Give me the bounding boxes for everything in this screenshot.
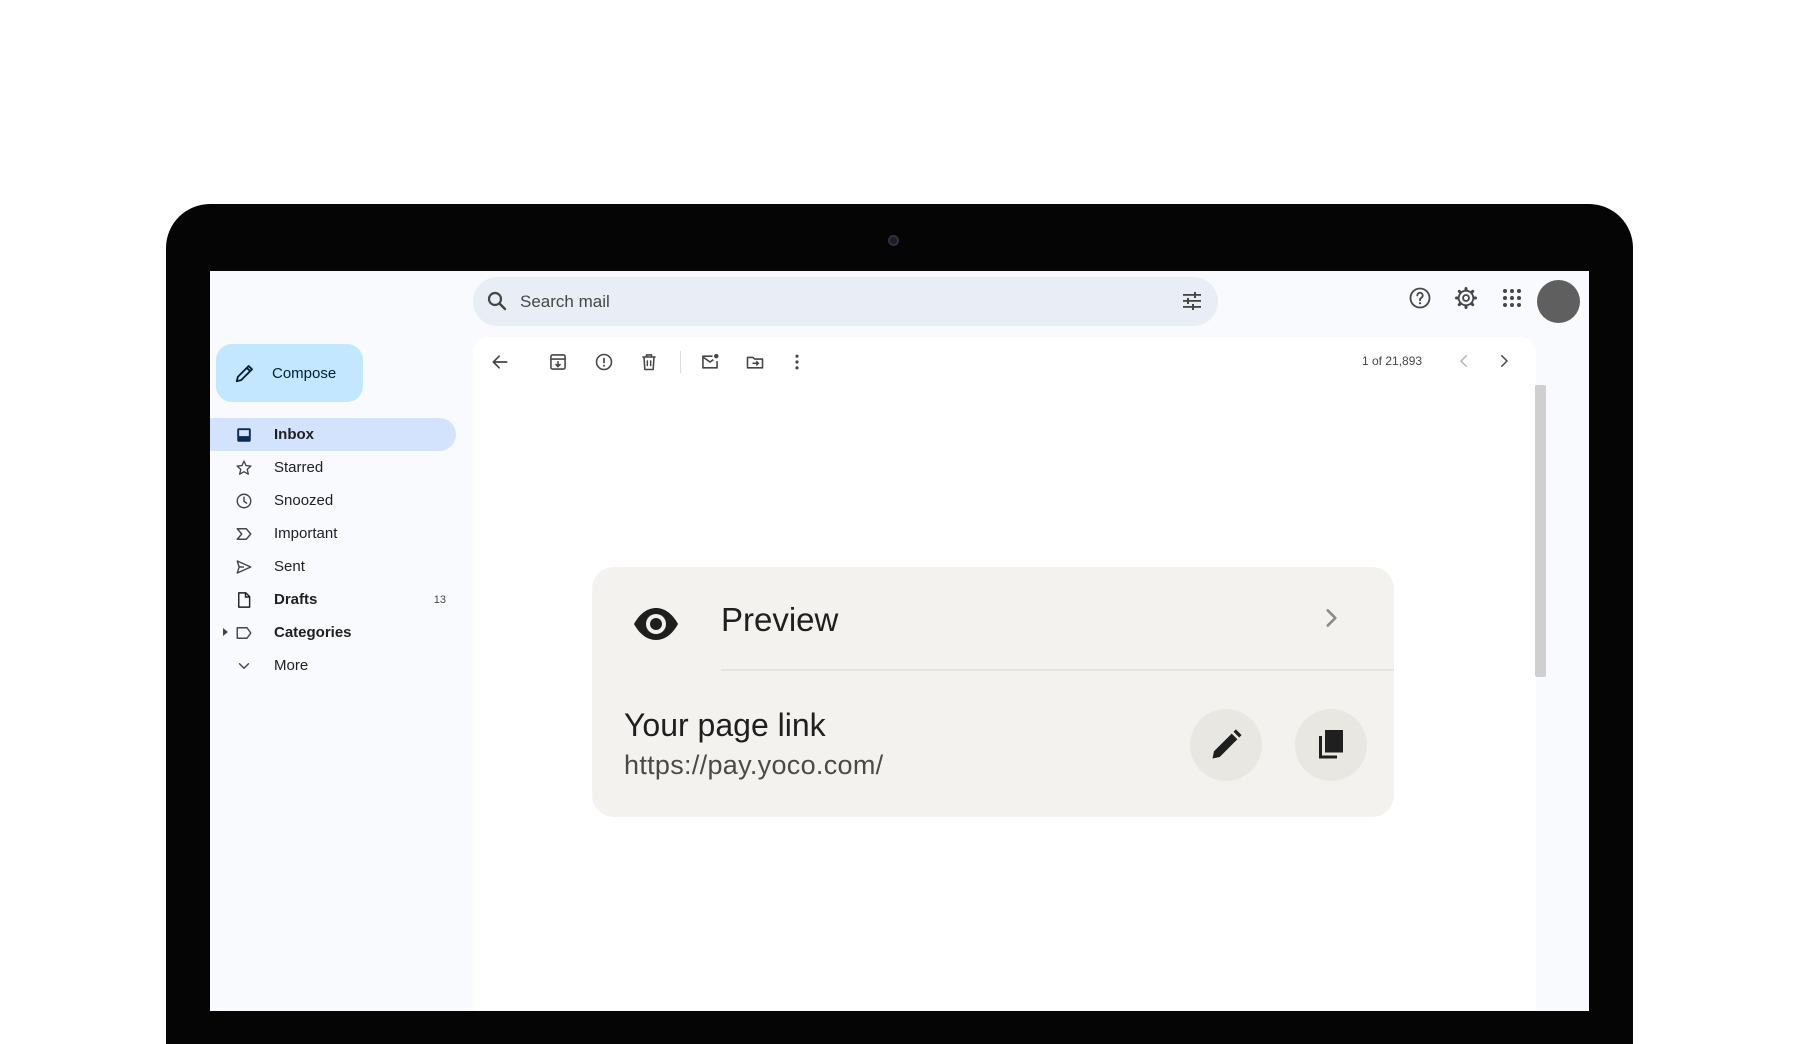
compose-button[interactable]: Compose xyxy=(216,344,363,402)
message-view: 1 of 21,893 Preview Your page link https… xyxy=(473,337,1546,1011)
search-input[interactable] xyxy=(518,286,1142,318)
search-bar[interactable] xyxy=(473,277,1218,326)
pencil-icon xyxy=(1208,727,1244,763)
edit-link-button[interactable] xyxy=(1190,709,1262,781)
draft-icon xyxy=(235,591,253,609)
label-icon xyxy=(235,624,253,642)
sidebar-item-label: Sent xyxy=(274,558,305,575)
sidebar-item-label: Inbox xyxy=(274,426,314,443)
pagination-count: 1 of 21,893 xyxy=(1362,354,1423,368)
sidebar-item-sent[interactable]: Sent xyxy=(210,550,456,583)
chevron-left-icon[interactable] xyxy=(1455,352,1473,370)
sidebar-item-snoozed[interactable]: Snoozed xyxy=(210,484,456,517)
sidebar-item-inbox[interactable]: Inbox xyxy=(210,418,456,451)
gmail-window: Compose Inbox Starred Snoozed Important xyxy=(210,271,1589,1011)
sidebar-nav: Inbox Starred Snoozed Important Sent Dra… xyxy=(210,418,456,682)
inbox-icon xyxy=(235,426,253,444)
link-title: Your page link xyxy=(624,707,826,743)
scrollbar[interactable] xyxy=(1535,385,1546,677)
sidebar-item-label: Important xyxy=(274,525,338,542)
sidebar-item-label: Starred xyxy=(274,459,324,476)
sidebar-item-label: Snoozed xyxy=(274,492,334,509)
mark-unread-icon[interactable] xyxy=(700,352,720,372)
card-divider xyxy=(721,669,1394,671)
toolbar-divider xyxy=(680,351,681,373)
preview-label: Preview xyxy=(721,601,839,638)
sidebar-item-starred[interactable]: Starred xyxy=(210,451,456,484)
sidebar-item-more[interactable]: More xyxy=(210,649,456,682)
copy-icon xyxy=(1313,727,1349,763)
sidebar-item-important[interactable]: Important xyxy=(210,517,456,550)
sidebar-item-categories[interactable]: Categories xyxy=(210,616,456,649)
back-arrow-icon[interactable] xyxy=(490,352,510,372)
report-spam-icon[interactable] xyxy=(594,352,614,372)
move-to-icon[interactable] xyxy=(745,352,765,372)
payment-link-card: Preview Your page link https://pay.yoco.… xyxy=(592,567,1394,817)
more-vert-icon[interactable] xyxy=(787,352,807,372)
sidebar-item-label: Categories xyxy=(274,624,352,641)
chevron-right-icon[interactable] xyxy=(1495,352,1513,370)
delete-icon[interactable] xyxy=(639,352,659,372)
star-icon xyxy=(235,459,253,477)
draft-count: 13 xyxy=(433,593,446,606)
pencil-icon xyxy=(234,362,256,384)
copy-link-button[interactable] xyxy=(1295,709,1367,781)
settings-icon[interactable] xyxy=(1454,286,1478,310)
search-options-icon[interactable] xyxy=(1180,289,1204,313)
expand-caret-icon[interactable] xyxy=(223,628,228,636)
help-icon[interactable] xyxy=(1408,286,1432,310)
archive-icon[interactable] xyxy=(548,352,568,372)
chevron-right-icon xyxy=(1318,605,1344,631)
important-icon xyxy=(235,525,253,543)
sidebar-item-drafts[interactable]: Drafts 13 xyxy=(210,583,456,616)
webcam xyxy=(888,235,899,246)
eye-icon xyxy=(632,600,680,648)
chevron-down-icon xyxy=(235,657,253,675)
link-url[interactable]: https://pay.yoco.com/ xyxy=(624,750,883,781)
clock-icon xyxy=(235,492,253,510)
sidebar-item-label: More xyxy=(274,657,309,674)
send-icon xyxy=(235,558,253,576)
sidebar-item-label: Drafts xyxy=(274,591,318,608)
compose-label: Compose xyxy=(272,364,337,382)
search-icon[interactable] xyxy=(485,289,509,313)
avatar[interactable] xyxy=(1537,280,1580,323)
apps-icon[interactable] xyxy=(1500,286,1524,310)
